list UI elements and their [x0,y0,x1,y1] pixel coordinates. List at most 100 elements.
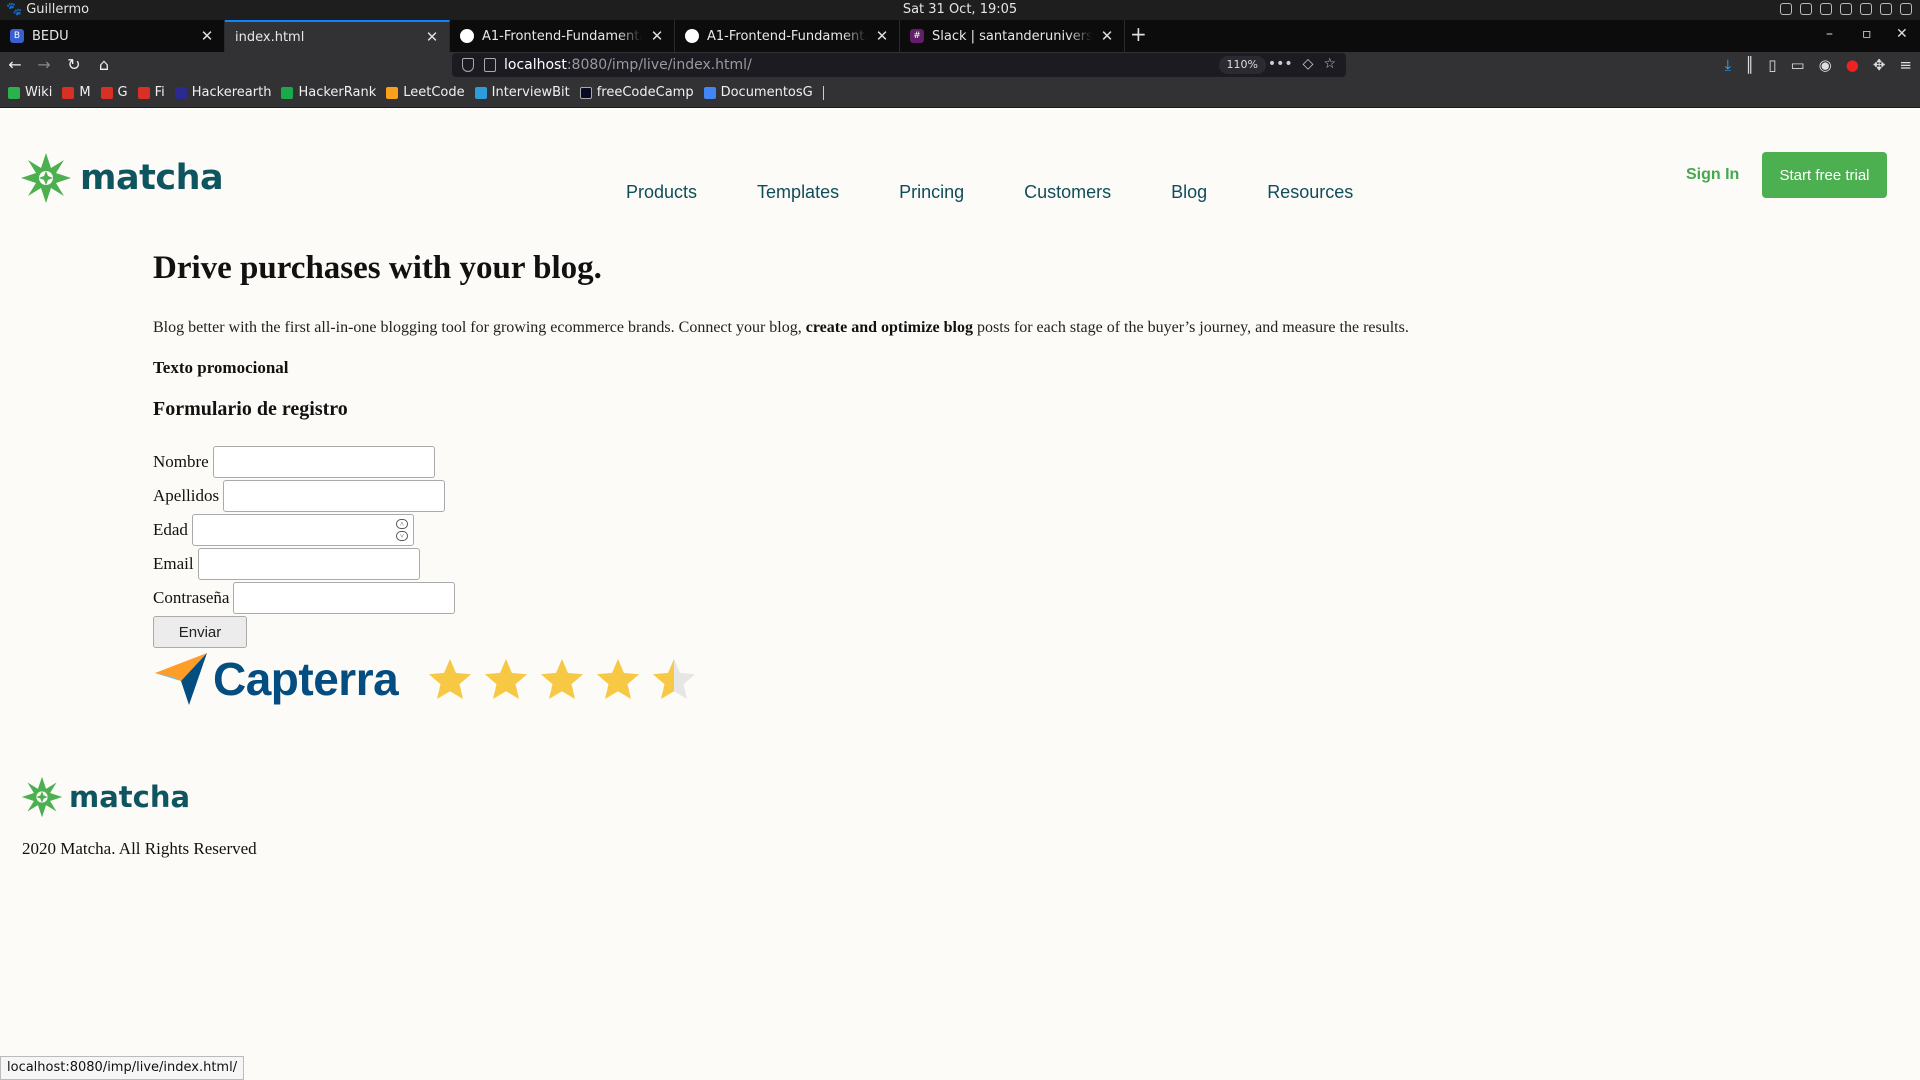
intro-paragraph: Blog better with the first all-in-one bl… [153,319,1409,336]
bookmark-item[interactable]: HackerRank [281,85,376,100]
back-icon[interactable]: ← [5,55,25,75]
apellidos-input[interactable] [223,480,446,512]
status-bar-url: localhost:8080/imp/live/index.html/ [0,1056,245,1080]
intro-emphasis: create and optimize blog [805,319,973,336]
nav-resources[interactable]: Resources [1267,182,1353,203]
bookmark-item[interactable]: Wiki [8,85,52,100]
new-tab-button[interactable]: + [1130,22,1147,46]
close-tab-icon[interactable]: ✕ [200,27,214,45]
bookmark-item[interactable]: InterviewBit [474,85,570,100]
tray-icon[interactable] [1800,3,1812,15]
reload-icon[interactable]: ↻ [64,55,84,75]
apellidos-label: Apellidos [153,486,220,505]
nav-products[interactable]: Products [626,182,697,203]
footer-logo[interactable]: matcha [21,776,190,818]
bookmark-label: InterviewBit [491,85,570,100]
hackerrank-icon [281,86,294,99]
browser-tab-active[interactable]: index.html ✕ [225,20,450,52]
number-spinner[interactable]: ˄ ˅ [395,519,408,541]
spin-down-icon[interactable]: ˅ [395,531,408,541]
url-text[interactable]: localhost:8080/imp/live/index.html/ [504,57,752,73]
minimize-icon[interactable]: – [1826,26,1833,42]
browser-tab[interactable]: # Slack | santanderuniversidades ✕ [900,20,1125,52]
window-close-icon[interactable]: ✕ [1896,26,1908,42]
page-info-icon[interactable] [484,58,496,72]
interviewbit-icon [474,86,487,99]
bookmark-star-icon[interactable]: ☆ [1323,56,1336,72]
tracking-protection-icon[interactable] [462,58,474,72]
site-logo[interactable]: matcha [20,152,224,204]
tab-favicon: B [10,29,24,43]
url-actions: ••• ◇ ☆ [1268,56,1336,72]
battery-icon[interactable] [1880,3,1892,15]
reader-icon[interactable]: ▭ [1790,56,1804,74]
bookmark-item[interactable]: LeetCode [386,85,465,100]
extension-icon[interactable]: ● [1846,56,1859,74]
nav-customers[interactable]: Customers [1024,182,1111,203]
clock[interactable]: Sat 31 Oct, 19:05 [0,2,1920,17]
bookmark-item[interactable]: Hackerearth [174,85,271,100]
page-actions-icon[interactable]: ••• [1268,56,1293,72]
start-trial-button[interactable]: Start free trial [1762,152,1887,198]
bookmark-item[interactable]: DocumentosG [703,85,813,100]
spin-up-icon[interactable]: ˄ [395,519,408,529]
gmail-icon [62,86,75,99]
close-tab-icon[interactable]: ✕ [425,28,439,46]
submit-button[interactable]: Enviar [153,616,247,648]
nav-pricing[interactable]: Princing [899,182,964,203]
bookmark-item[interactable]: Fi [137,85,165,100]
bookmark-label: Wiki [25,85,53,100]
account-icon[interactable]: ◉ [1819,56,1832,74]
hackerearth-icon [174,86,187,99]
nombre-input[interactable] [212,446,435,478]
tray-icon[interactable] [1840,3,1852,15]
capterra-logo-icon [155,653,207,705]
star-rating [428,657,696,701]
brand-name: matcha [80,158,224,198]
tab-title: A1-Frontend-Fundamentals [482,28,642,44]
home-icon[interactable]: ⌂ [94,55,114,75]
close-tab-icon[interactable]: ✕ [1100,27,1114,45]
pocket-icon[interactable]: ◇ [1303,56,1314,72]
sign-in-link[interactable]: Sign In [1686,166,1739,184]
password-input[interactable] [233,582,456,614]
page-title: Drive purchases with your blog. [153,250,602,286]
tab-title: BEDU [32,28,69,44]
volume-icon[interactable] [1860,3,1872,15]
extensions-puzzle-icon[interactable]: ✥ [1873,56,1886,74]
browser-tab[interactable]: B BEDU ✕ [0,20,225,52]
forward-icon[interactable]: → [34,55,54,75]
url-bar[interactable]: localhost:8080/imp/live/index.html/ 110%… [452,53,1346,77]
main-nav: Products Templates Princing Customers Bl… [626,182,1353,203]
docs-icon [703,86,716,99]
copyright-text: 2020 Matcha. All Rights Reserved [22,839,257,858]
leetcode-icon [386,86,399,99]
email-input[interactable] [197,548,420,580]
browser-tab[interactable]: A1-Frontend-Fundamentals ✕ [450,20,675,52]
sidebar-icon[interactable]: ▯ [1768,56,1776,74]
desktop-top-bar: 🐾 Guillermo Sat 31 Oct, 19:05 [0,0,1920,20]
maximize-icon[interactable]: ▫ [1862,26,1872,42]
bookmark-item[interactable]: G [100,85,128,100]
tray-icon[interactable] [1820,3,1832,15]
zoom-indicator[interactable]: 110% [1218,56,1266,74]
nav-blog[interactable]: Blog [1171,182,1207,203]
download-icon[interactable]: ⤓ [1725,56,1732,74]
browser-tab[interactable]: A1-Frontend-Fundamentals ✕ [675,20,900,52]
bookmark-item[interactable]: M [62,85,91,100]
tray-icon[interactable] [1780,3,1792,15]
bookmarks-bar: Wiki M G Fi Hackerearth HackerRank LeetC… [0,78,1920,108]
password-label: Contraseña [153,588,230,607]
nav-templates[interactable]: Templates [757,182,839,203]
bookmark-favicon [8,86,20,99]
matcha-leaf-icon [21,776,63,818]
bookmark-label: M [79,85,91,100]
library-icon[interactable]: ║ [1745,56,1754,74]
edad-input[interactable] [191,514,414,546]
notification-icon[interactable] [1900,3,1912,15]
menu-icon[interactable]: ≡ [1899,56,1912,74]
bookmark-item[interactable]: freeCodeCamp [579,85,694,100]
close-tab-icon[interactable]: ✕ [875,27,889,45]
star-icon [597,659,640,699]
close-tab-icon[interactable]: ✕ [650,27,664,45]
